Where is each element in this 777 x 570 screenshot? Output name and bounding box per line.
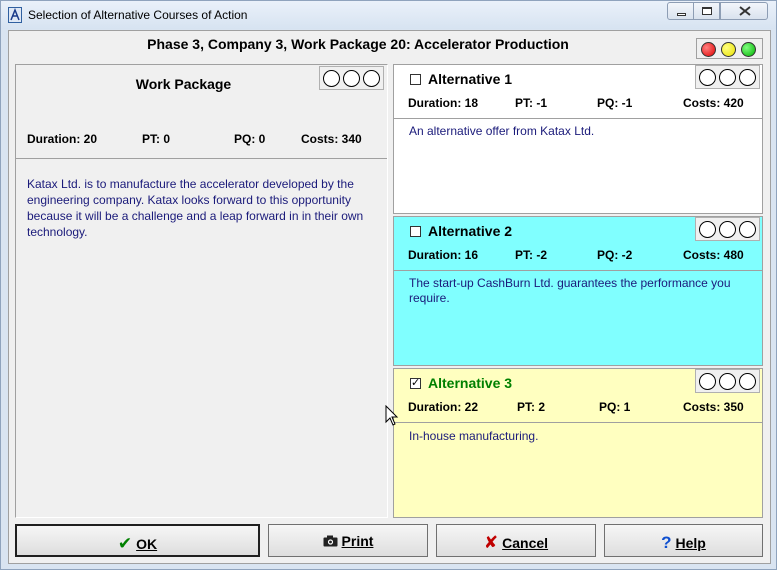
alternative-3-checkbox[interactable]: ✓ [410,378,421,389]
circle-icon[interactable] [739,373,756,390]
page-title: Phase 3, Company 3, Work Package 20: Acc… [147,36,569,52]
circle-icon[interactable] [363,70,380,87]
checkmark-icon: ✔ [117,534,133,553]
title-bar[interactable]: Selection of Alternative Courses of Acti… [1,1,776,29]
circle-icon[interactable] [739,221,756,238]
rating-circles[interactable] [695,65,760,89]
alt2-pq: PQ: -2 [597,248,633,262]
cross-icon: ✘ [483,533,499,552]
circle-icon[interactable] [699,221,716,238]
circle-icon[interactable] [699,69,716,86]
minimize-button[interactable] [667,2,694,20]
app-icon [8,7,22,23]
red-light-icon [701,42,716,57]
close-icon [739,6,751,16]
yellow-light-icon [721,42,736,57]
help-button-label: Help [675,535,706,551]
window-title: Selection of Alternative Courses of Acti… [28,8,248,22]
alternative-2-title[interactable]: Alternative 2 [428,223,512,239]
work-package-description: Katax Ltd. is to manufacture the acceler… [27,177,364,239]
cancel-button-label: Cancel [502,535,549,551]
minimize-icon [677,13,686,16]
work-package-header: Work Package Duration: 20 PT: 0 PQ: 0 Co… [16,65,387,159]
work-package-heading: Work Package [135,76,232,92]
traffic-light-indicator [696,38,763,59]
alternative-1-description: An alternative offer from Katax Ltd. [409,124,595,138]
wp-pq: PQ: 0 [234,132,266,146]
alt3-pt: PT: 2 [517,400,546,414]
wp-costs: Costs: 340 [301,132,362,146]
camera-icon [323,535,338,547]
work-package-panel: Work Package Duration: 20 PT: 0 PQ: 0 Co… [15,64,388,518]
green-light-icon [741,42,756,57]
alternative-2-header: Alternative 2 Duration: 16 PT: -2 PQ: -2… [394,217,762,271]
alternative-1-header: Alternative 1 Duration: 18 PT: -1 PQ: -1… [394,65,762,119]
circle-icon[interactable] [323,70,340,87]
alternative-1-panel[interactable]: Alternative 1 Duration: 18 PT: -1 PQ: -1… [393,64,763,214]
alt3-costs: Costs: 350 [683,400,744,414]
rating-circles[interactable] [319,66,384,90]
wp-pt: PT: 0 [142,132,171,146]
print-button-label: Print [341,533,374,549]
circle-icon[interactable] [699,373,716,390]
ok-button-label: OK [136,536,158,552]
circle-icon[interactable] [719,373,736,390]
rating-circles[interactable] [695,217,760,241]
ok-button[interactable]: ✔ OK [15,524,260,557]
cancel-button[interactable]: ✘ Cancel [436,524,596,557]
wp-duration: Duration: 20 [27,132,98,146]
rating-circles[interactable] [695,369,760,393]
circle-icon[interactable] [719,221,736,238]
alt1-pt: PT: -1 [515,96,548,110]
alternative-1-checkbox[interactable] [410,74,421,85]
alt2-costs: Costs: 480 [683,248,744,262]
dialog-window: Selection of Alternative Courses of Acti… [0,0,777,570]
alternative-3-panel[interactable]: ✓ Alternative 3 Duration: 22 PT: 2 PQ: 1… [393,368,763,518]
alternative-3-header: ✓ Alternative 3 Duration: 22 PT: 2 PQ: 1… [394,369,762,423]
circle-icon[interactable] [343,70,360,87]
alt2-pt: PT: -2 [515,248,548,262]
alt1-duration: Duration: 18 [408,96,479,110]
alt1-costs: Costs: 420 [683,96,744,110]
alt1-pq: PQ: -1 [597,96,633,110]
alternative-1-title[interactable]: Alternative 1 [428,71,512,87]
alternative-2-panel[interactable]: Alternative 2 Duration: 16 PT: -2 PQ: -2… [393,216,763,366]
alternative-3-description: In-house manufacturing. [409,429,539,443]
alt3-pq: PQ: 1 [599,400,631,414]
alternative-3-title[interactable]: Alternative 3 [428,375,512,391]
close-button[interactable] [720,2,768,20]
maximize-button[interactable] [693,2,720,20]
circle-icon[interactable] [719,69,736,86]
alt2-duration: Duration: 16 [408,248,479,262]
restore-icon [702,7,712,15]
circle-icon[interactable] [739,69,756,86]
help-button[interactable]: ? Help [604,524,763,557]
question-icon: ? [661,533,672,552]
alternative-2-description: The start-up CashBurn Ltd. guarantees th… [409,276,731,305]
dialog-client-area: Phase 3, Company 3, Work Package 20: Acc… [8,30,771,564]
alternative-2-checkbox[interactable] [410,226,421,237]
alt3-duration: Duration: 22 [408,400,479,414]
mouse-cursor-icon [385,405,399,426]
print-button[interactable]: Print [268,524,428,557]
